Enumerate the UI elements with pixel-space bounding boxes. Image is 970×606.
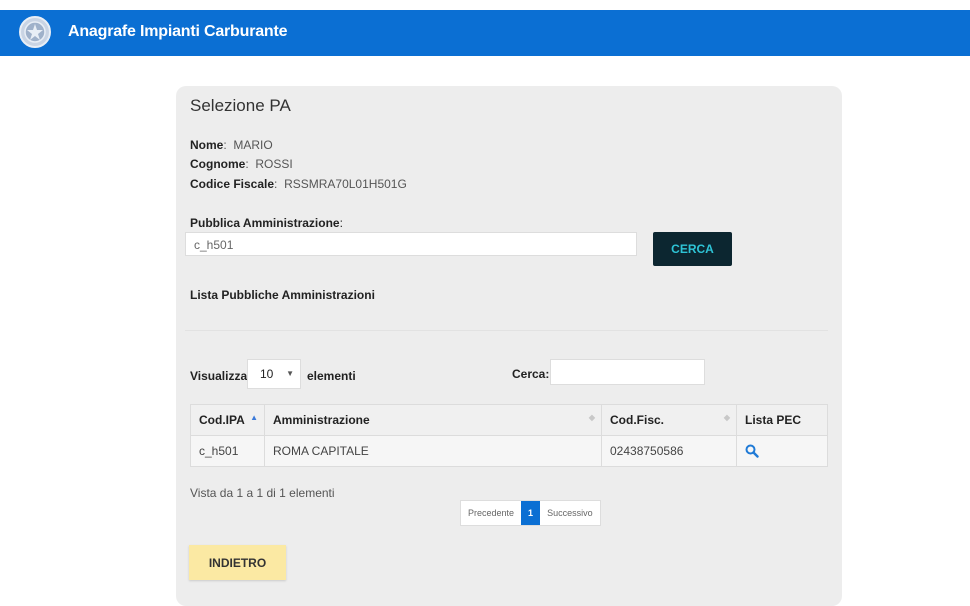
cerca-button[interactable]: CERCA xyxy=(653,232,732,266)
sort-asc-icon: ▲ xyxy=(250,413,258,422)
cell-cod-ipa: c_h501 xyxy=(190,435,265,467)
search-label: Cerca: xyxy=(512,367,550,381)
card-title: Selezione PA xyxy=(190,96,291,115)
top-bar: Anagrafe Impianti Carburante xyxy=(0,10,970,56)
info-codice-fiscale: Codice Fiscale: RSSMRA70L01H501G xyxy=(190,177,407,191)
list-title: Lista Pubbliche Amministrazioni xyxy=(190,288,375,302)
elements-label: elementi xyxy=(307,369,356,383)
cell-cod-fisc: 02438750586 xyxy=(601,435,737,467)
pagination: Precedente 1 Successivo xyxy=(460,500,601,526)
col-amministrazione[interactable]: Amministrazione ◆ xyxy=(264,404,602,436)
emblem-icon xyxy=(19,16,51,48)
selection-card: Selezione PA Nome: MARIO Cognome: ROSSI … xyxy=(176,86,842,606)
next-page-button[interactable]: Successivo xyxy=(540,501,600,525)
col-cod-ipa[interactable]: Cod.IPA ▲ xyxy=(190,404,265,436)
page-1-button[interactable]: 1 xyxy=(521,501,541,525)
page-size-value: 10 xyxy=(260,367,274,381)
pa-input[interactable]: c_h501 xyxy=(185,232,637,256)
page-size-select[interactable]: 10 ▼ xyxy=(247,359,301,389)
nome-label: Nome xyxy=(190,138,224,152)
table-header-row: Cod.IPA ▲ Amministrazione ◆ Cod.Fisc. ◆ Lis… xyxy=(190,404,828,436)
table-row: c_h501 ROMA CAPITALE 02438750586 xyxy=(190,435,828,467)
search-icon[interactable] xyxy=(745,444,759,459)
show-label: Visualizza xyxy=(190,369,248,383)
cell-lista-pec xyxy=(736,435,828,467)
prev-page-button[interactable]: Precedente xyxy=(461,501,521,525)
codice-fiscale-value: RSSMRA70L01H501G xyxy=(284,177,407,191)
codice-fiscale-label: Codice Fiscale xyxy=(190,177,275,191)
dropdown-arrow-icon: ▼ xyxy=(286,369,294,378)
divider xyxy=(185,330,828,331)
col-cod-fisc[interactable]: Cod.Fisc. ◆ xyxy=(601,404,737,436)
col-lista-pec[interactable]: Lista PEC xyxy=(736,404,828,436)
indietro-button[interactable]: INDIETRO xyxy=(189,545,286,580)
app-title: Anagrafe Impianti Carburante xyxy=(68,23,288,40)
pagination-info: Vista da 1 a 1 di 1 elementi xyxy=(190,486,335,500)
info-cognome: Cognome: ROSSI xyxy=(190,157,293,171)
cognome-label: Cognome xyxy=(190,157,246,171)
cognome-value: ROSSI xyxy=(255,157,293,171)
pa-table: Cod.IPA ▲ Amministrazione ◆ Cod.Fisc. ◆ Lis… xyxy=(190,404,828,467)
sort-icon: ◆ xyxy=(588,413,595,422)
nome-value: MARIO xyxy=(233,138,273,152)
cell-amministrazione: ROMA CAPITALE xyxy=(264,435,602,467)
sort-icon: ◆ xyxy=(723,413,730,422)
info-nome: Nome: MARIO xyxy=(190,138,273,152)
table-search-input[interactable] xyxy=(550,359,705,385)
pa-label: Pubblica Amministrazione: xyxy=(190,216,343,230)
